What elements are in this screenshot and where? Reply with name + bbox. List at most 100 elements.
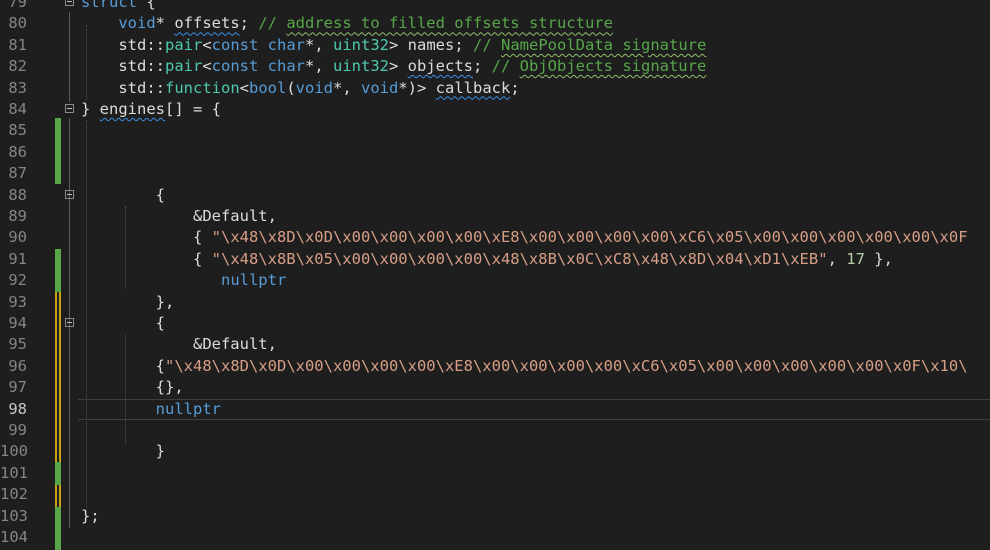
code-token: pair (165, 57, 203, 76)
code-text: { (81, 185, 165, 206)
code-token: callback (435, 78, 511, 97)
code-token: { (81, 185, 165, 204)
collapse-icon[interactable] (65, 318, 74, 327)
code-token: std:: (81, 78, 165, 97)
code-token: pair (165, 35, 203, 54)
code-text: &Default, (81, 334, 277, 355)
line-number: 87 (8, 164, 27, 183)
code-token: {}, (81, 378, 184, 397)
code-token: nullptr (220, 271, 287, 290)
collapse-icon[interactable] (65, 104, 74, 113)
code-token: > (389, 35, 408, 54)
code-token: void (361, 78, 399, 97)
code-token: }; (81, 506, 100, 525)
code-token: uint32 (333, 35, 389, 54)
line-number: 90 (8, 228, 27, 247)
code-line[interactable]: 99 (0, 420, 990, 441)
code-line[interactable]: 84 } engines[] = { (0, 99, 990, 120)
code-line[interactable]: 89 &Default, (0, 206, 990, 227)
code-text: struct { (81, 0, 156, 13)
code-token: } (81, 100, 100, 118)
code-text: {"\x48\x8D\x0D\x00\x00\x00\x00\xE8\x00\x… (81, 356, 968, 377)
line-number: 84 (8, 100, 27, 118)
code-line[interactable]: 104 (0, 527, 990, 548)
code-text: {}, (81, 377, 184, 398)
code-token: { (81, 228, 212, 247)
line-number: 92 (8, 271, 27, 290)
line-number: 101 (0, 463, 28, 482)
code-line[interactable]: 91 { "\x48\x8B\x05\x00\x00\x00\x00\x48\x… (0, 249, 990, 270)
code-text: { "\x48\x8D\x0D\x00\x00\x00\x00\xE8\x00\… (81, 227, 968, 248)
code-token: , (827, 249, 847, 268)
code-text: &Default, (81, 206, 277, 227)
code-line[interactable]: 92 nullptr (0, 270, 990, 291)
line-number: 99 (8, 421, 27, 439)
code-token: *, (305, 57, 333, 76)
code-token: std:: (81, 35, 165, 54)
code-line[interactable]: 86 (0, 142, 990, 163)
line-number: 95 (8, 335, 27, 354)
line-number: 83 (8, 78, 27, 97)
code-line[interactable]: 100 } (0, 441, 990, 462)
code-token: ; (510, 78, 520, 97)
code-token: function (165, 78, 240, 97)
code-token: std:: (81, 57, 165, 76)
code-text: }, (81, 292, 175, 313)
code-token: objects (407, 57, 473, 76)
code-line[interactable]: 97 {}, (0, 377, 990, 398)
code-token: nullptr (155, 399, 221, 418)
line-number: 93 (8, 292, 27, 311)
line-number: 79 (8, 0, 27, 11)
collapse-icon[interactable] (65, 0, 74, 6)
code-line[interactable]: 101 (0, 463, 990, 484)
code-line[interactable]: 98 nullptr (0, 398, 990, 420)
code-token: { (81, 356, 165, 375)
code-line[interactable]: 82 std::pair<const char*, uint32> object… (0, 56, 990, 77)
code-text: } engines[] = { (81, 99, 221, 120)
code-line[interactable]: 83 std::function<bool(void*, void*)> cal… (0, 78, 990, 99)
code-text: { "\x48\x8B\x05\x00\x00\x00\x00\x48\x8B\… (81, 249, 893, 270)
code-token: *, (305, 35, 333, 54)
code-token: { (81, 314, 165, 332)
code-line[interactable]: 93 }, (0, 292, 990, 313)
collapse-icon[interactable] (65, 189, 74, 199)
code-line[interactable]: 95 &Default, (0, 334, 990, 355)
code-line[interactable]: 81 std::pair<const char*, uint32> names;… (0, 35, 990, 56)
line-number: 98 (8, 399, 27, 418)
code-line[interactable]: 96 {"\x48\x8D\x0D\x00\x00\x00\x00\xE8\x0… (0, 356, 990, 377)
line-number: 102 (0, 485, 28, 504)
code-editor[interactable]: 79 struct {80 void* offsets; // address t… (0, 0, 990, 550)
code-token: { (137, 0, 156, 11)
line-number: 85 (8, 121, 27, 140)
code-token: // (491, 57, 520, 76)
code-token: * (155, 14, 175, 33)
code-token: < (202, 57, 212, 76)
code-line[interactable]: 94 { (0, 313, 990, 334)
code-token: NamePoolData signature (501, 35, 707, 54)
code-token: *, (333, 78, 361, 97)
code-text: }; (81, 506, 100, 527)
code-line[interactable]: 102 (0, 484, 990, 505)
code-token: *)> (398, 78, 436, 97)
code-line[interactable]: 80 void* offsets; // address to filled o… (0, 13, 990, 34)
code-line[interactable]: 103}; (0, 506, 990, 527)
code-line[interactable]: 85 (0, 120, 990, 141)
line-number: 91 (8, 249, 27, 268)
line-number: 104 (0, 528, 28, 546)
code-token: ObjObjects signature (519, 57, 707, 76)
code-line[interactable]: 79 struct { (0, 0, 990, 13)
code-line[interactable]: 90 { "\x48\x8D\x0D\x00\x00\x00\x00\xE8\x… (0, 227, 990, 248)
code-token: ( (286, 78, 296, 97)
code-token: }, (81, 292, 175, 311)
line-number: 86 (8, 142, 27, 161)
code-line[interactable]: 88 { (0, 185, 990, 206)
code-token: 17 (846, 249, 865, 268)
code-token: "\x48\x8D\x0D\x00\x00\x00\x00\xE8\x00\x0… (211, 228, 968, 247)
code-text: nullptr (81, 270, 286, 291)
code-token: uint32 (333, 57, 389, 76)
code-line[interactable]: 87 (0, 163, 990, 184)
code-token: < (239, 78, 249, 97)
line-number: 82 (8, 57, 27, 76)
